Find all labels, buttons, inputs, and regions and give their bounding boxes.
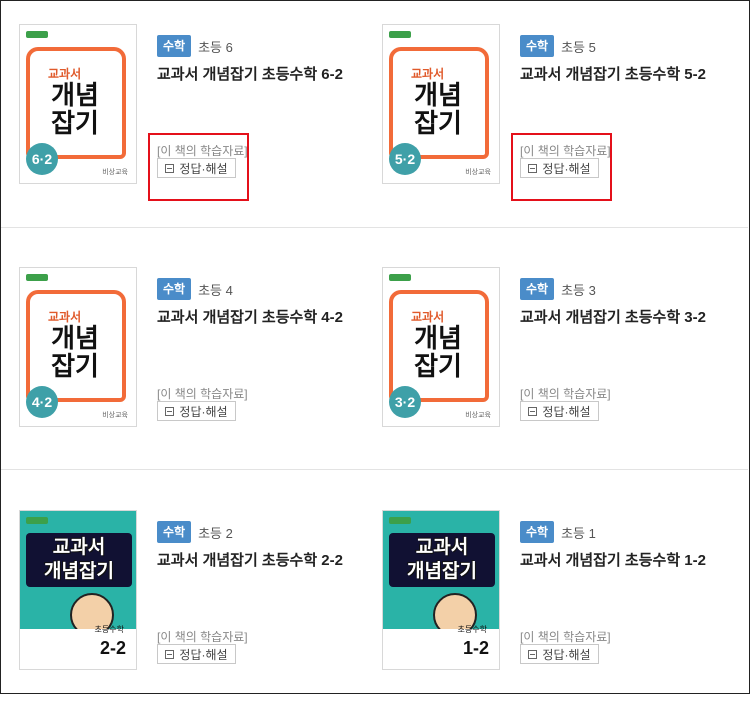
row-divider [1, 469, 748, 470]
cover-subtitle: 교과서 [52, 537, 106, 558]
materials-label: [이 책의 학습자료] [520, 630, 611, 644]
book-info: 수학 초등 1 교과서 개념잡기 초등수학 1-2 [이 책의 학습자료] 정답·… [520, 521, 720, 664]
materials-label: [이 책의 학습자료] [520, 144, 611, 158]
grade-label: 초등 4 [198, 282, 233, 298]
book-cover[interactable]: 교과서 개념잡기 3·2 비상교육 [382, 267, 500, 427]
book-item: 교과서 개념잡기 6·2 비상교육 수학 초등 6 교과서 개념잡기 초등수학 6… [1, 24, 361, 224]
row-divider [1, 227, 748, 228]
cover-publisher: 비상교육 [465, 412, 491, 419]
book-cover[interactable]: 교과서 개념잡기 5·2 비상교육 [382, 24, 500, 184]
answer-button[interactable]: 정답·해설 [520, 401, 599, 421]
grade-label: 초등 2 [198, 525, 233, 541]
book-info: 수학 초등 2 교과서 개념잡기 초등수학 2-2 [이 책의 학습자료] 정답·… [157, 521, 357, 664]
book-title[interactable]: 교과서 개념잡기 초등수학 3-2 [520, 306, 720, 327]
materials-label: [이 책의 학습자료] [157, 144, 248, 158]
grade-label: 초등 1 [561, 525, 596, 541]
publisher-badge [389, 31, 411, 38]
answer-button-label: 정답·해설 [542, 647, 591, 662]
answer-button-label: 정답·해설 [179, 647, 228, 662]
publisher-badge [26, 274, 48, 281]
document-icon [528, 163, 538, 173]
cover-publisher: 비상교육 [102, 412, 128, 419]
document-icon [165, 649, 175, 659]
document-icon [165, 406, 175, 416]
cover-publisher: 비상교육 [465, 169, 491, 176]
book-title[interactable]: 교과서 개념잡기 초등수학 1-2 [520, 549, 720, 570]
materials-label: [이 책의 학습자료] [520, 387, 611, 401]
grade-label: 초등 5 [561, 39, 596, 55]
cover-grade-badge: 1-2 [462, 638, 489, 658]
answer-button[interactable]: 정답·해설 [157, 644, 236, 664]
subject-badge: 수학 [157, 521, 192, 543]
answer-button-label: 정답·해설 [542, 404, 591, 419]
subject-badge: 수학 [520, 521, 555, 543]
cover-title: 교과서개념잡기 [389, 533, 495, 587]
book-title[interactable]: 교과서 개념잡기 초등수학 5-2 [520, 63, 720, 84]
cover-grade-badge: 3·2 [389, 386, 421, 418]
book-item: 교과서 개념잡기 5·2 비상교육 수학 초등 5 교과서 개념잡기 초등수학 5… [364, 24, 724, 224]
cover-grade-line: 초등수학 [94, 625, 124, 634]
cover-title-main: 개념잡기 [44, 561, 114, 582]
publisher-badge [389, 274, 411, 281]
publisher-badge [389, 517, 411, 524]
book-cover[interactable]: 교과서개념잡기 초등수학 2-2 [19, 510, 137, 670]
cover-grade-badge: 2-2 [99, 638, 126, 658]
cover-title-main: 개념잡기 [407, 561, 477, 582]
answer-button[interactable]: 정답·해설 [520, 644, 599, 664]
book-item: 교과서개념잡기 초등수학 2-2 수학 초등 2 교과서 개념잡기 초등수학 2-… [1, 510, 361, 710]
publisher-badge [26, 31, 48, 38]
book-item: 교과서 개념잡기 4·2 비상교육 수학 초등 4 교과서 개념잡기 초등수학 4… [1, 267, 361, 467]
grade-label: 초등 3 [561, 282, 596, 298]
materials-label: [이 책의 학습자료] [157, 387, 248, 401]
cover-title: 개념잡기 [51, 323, 99, 381]
book-item: 교과서 개념잡기 3·2 비상교육 수학 초등 3 교과서 개념잡기 초등수학 3… [364, 267, 724, 467]
book-info: 수학 초등 3 교과서 개념잡기 초등수학 3-2 [이 책의 학습자료] 정답·… [520, 278, 720, 421]
publisher-badge [26, 517, 48, 524]
cover-title: 개념잡기 [414, 323, 462, 381]
cover-grade-badge: 4·2 [26, 386, 58, 418]
book-title[interactable]: 교과서 개념잡기 초등수학 2-2 [157, 549, 357, 570]
answer-button[interactable]: 정답·해설 [157, 401, 236, 421]
answer-button[interactable]: 정답·해설 [520, 158, 599, 178]
materials-label: [이 책의 학습자료] [157, 630, 248, 644]
cover-title: 개념잡기 [51, 80, 99, 138]
book-cover[interactable]: 교과서 개념잡기 4·2 비상교육 [19, 267, 137, 427]
document-icon [165, 163, 175, 173]
grade-label: 초등 6 [198, 39, 233, 55]
answer-button[interactable]: 정답·해설 [157, 158, 236, 178]
book-info: 수학 초등 4 교과서 개념잡기 초등수학 4-2 [이 책의 학습자료] 정답·… [157, 278, 357, 421]
cover-title: 개념잡기 [414, 80, 462, 138]
subject-badge: 수학 [520, 278, 555, 300]
cover-grade-line: 초등수학 [457, 625, 487, 634]
cover-subtitle: 교과서 [415, 537, 469, 558]
book-info: 수학 초등 6 교과서 개념잡기 초등수학 6-2 [이 책의 학습자료] 정답·… [148, 35, 357, 201]
answer-button-label: 정답·해설 [179, 161, 228, 176]
cover-publisher: 비상교육 [102, 169, 128, 176]
book-cover[interactable]: 교과서개념잡기 초등수학 1-2 [382, 510, 500, 670]
book-info: 수학 초등 5 교과서 개념잡기 초등수학 5-2 [이 책의 학습자료] 정답·… [511, 35, 720, 201]
subject-badge: 수학 [157, 278, 192, 300]
cover-title: 교과서개념잡기 [26, 533, 132, 587]
document-icon [528, 406, 538, 416]
book-title[interactable]: 교과서 개념잡기 초등수학 4-2 [157, 306, 357, 327]
book-title[interactable]: 교과서 개념잡기 초등수학 6-2 [157, 63, 357, 84]
book-cover[interactable]: 교과서 개념잡기 6·2 비상교육 [19, 24, 137, 184]
subject-badge: 수학 [520, 35, 555, 57]
answer-button-label: 정답·해설 [179, 404, 228, 419]
subject-badge: 수학 [157, 35, 192, 57]
book-item: 교과서개념잡기 초등수학 1-2 수학 초등 1 교과서 개념잡기 초등수학 1-… [364, 510, 724, 710]
answer-button-label: 정답·해설 [542, 161, 591, 176]
document-icon [528, 649, 538, 659]
cover-grade-badge: 6·2 [26, 143, 58, 175]
cover-grade-badge: 5·2 [389, 143, 421, 175]
